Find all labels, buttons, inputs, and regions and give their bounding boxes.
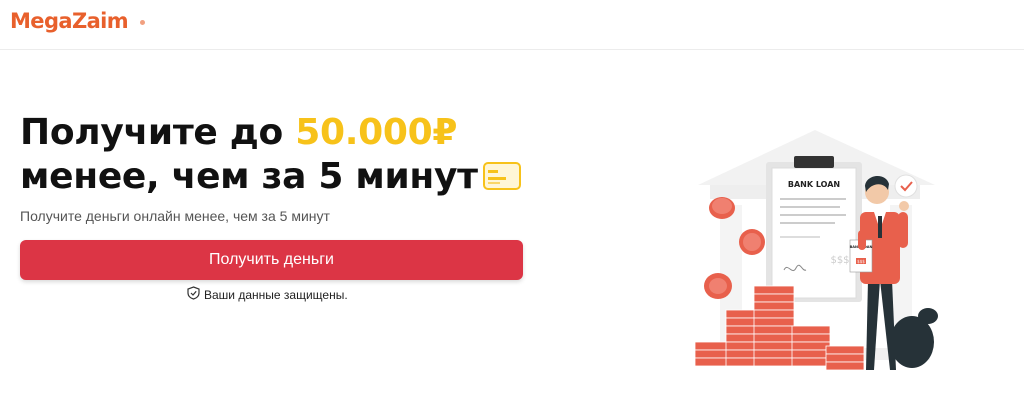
bank-loan-illustration: BANK LOAN $$$ BANK LOAN $$$ bbox=[680, 120, 950, 385]
logo-trademark-dot bbox=[140, 20, 145, 25]
site-header: MegaZaim bbox=[0, 0, 1024, 50]
get-money-button[interactable]: Получить деньги bbox=[20, 240, 523, 280]
loan-document: BANK LOAN $$$ bbox=[766, 156, 862, 302]
hero-title-line2: менее, чем за 5 минут bbox=[20, 156, 478, 197]
document-amount: $$$ bbox=[830, 255, 849, 266]
check-badge-icon bbox=[894, 174, 918, 198]
shield-check-icon bbox=[187, 286, 200, 303]
hero-title: Получите до 50.000₽ менее, чем за 5 мину… bbox=[20, 111, 540, 203]
secure-note-text: Ваши данные защищены. bbox=[204, 287, 348, 302]
credit-card-icon bbox=[482, 159, 522, 203]
hero-title-amount: 50.000₽ bbox=[295, 112, 458, 153]
hero-title-prefix: Получите до bbox=[20, 112, 296, 153]
secure-note: Ваши данные защищены. bbox=[187, 286, 348, 303]
hero-subtitle: Получите деньги онлайн менее, чем за 5 м… bbox=[20, 208, 330, 224]
document-title: BANK LOAN bbox=[788, 180, 840, 189]
brand-logo[interactable]: MegaZaim bbox=[10, 9, 129, 33]
small-document-amount: $$$ bbox=[857, 259, 865, 264]
